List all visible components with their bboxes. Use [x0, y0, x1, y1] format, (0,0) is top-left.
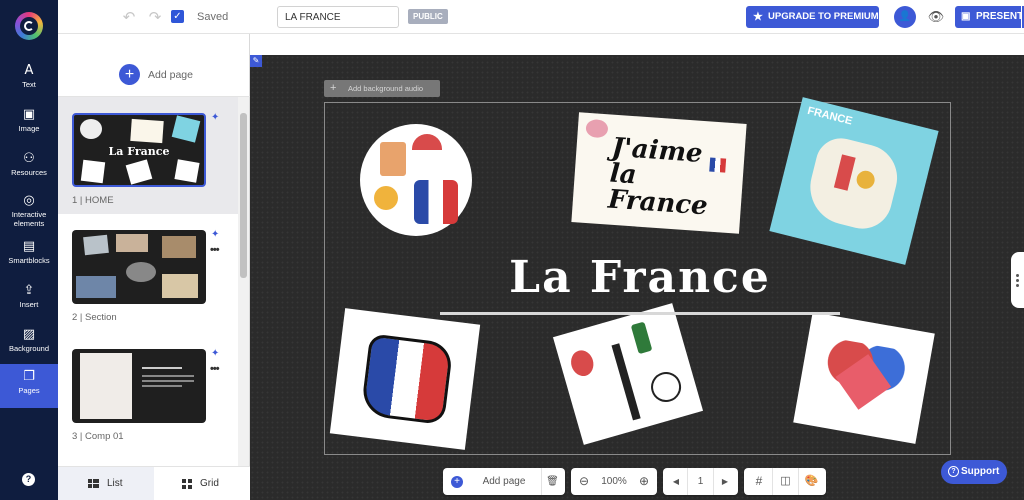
add-background-audio-button[interactable]: + Add background audio: [324, 80, 440, 97]
rail-item-smartblocks[interactable]: ▤ Smartblocks: [0, 234, 58, 276]
undo-icon[interactable]: ↶: [120, 8, 138, 26]
bottom-add-page-button[interactable]: Add page: [471, 468, 537, 495]
add-page-label[interactable]: Add page: [148, 69, 193, 81]
page-navigation-toolbar: ◀ 1 ▶: [663, 468, 738, 495]
travel-collage-image[interactable]: [360, 124, 472, 236]
rail-item-pages[interactable]: ❐ Pages: [0, 364, 58, 408]
palette-icon[interactable]: 🎨: [798, 468, 824, 495]
help-circle-icon: ?: [948, 466, 959, 477]
view-tabs: List Grid: [58, 466, 250, 500]
redo-icon[interactable]: ↷: [146, 8, 164, 26]
previous-page-icon[interactable]: ◀: [665, 468, 687, 495]
rail-item-insert[interactable]: ⇪ Insert: [0, 278, 58, 320]
image-icon: ▣: [22, 107, 36, 122]
upgrade-button[interactable]: ★ UPGRADE TO PREMIUM: [746, 6, 879, 28]
saved-status: Saved: [197, 11, 229, 23]
page-item-home[interactable]: La France ✦ 1 | HOME: [58, 97, 238, 214]
page-thumbnail[interactable]: [72, 230, 206, 304]
plus-icon: +: [330, 82, 337, 94]
zoom-toolbar: ⊖ 100% ⊕: [571, 468, 657, 495]
page-thumbnail[interactable]: [72, 349, 206, 423]
page-item-comp-01[interactable]: ✦ ••• 3 | Comp 01: [58, 333, 238, 450]
jaime-la-france-image[interactable]: J'aime la France: [571, 112, 747, 234]
support-button[interactable]: ? Support: [941, 460, 1007, 484]
left-toolbar: A Text ▣ Image ⚇ Resources ◎ Interactive…: [0, 0, 58, 500]
jaime-text: J'aime la France: [606, 132, 709, 222]
page-thumbnail-list: La France ✦ 1 | HOME ✦ ••• 2 | Section ✦…: [58, 97, 250, 466]
public-badge[interactable]: PUBLIC: [408, 9, 448, 24]
present-icon: ▣: [961, 11, 971, 22]
magic-wand-icon[interactable]: ✦: [211, 348, 219, 359]
add-page-plus-icon[interactable]: +: [119, 64, 140, 85]
grid-icon: [182, 479, 193, 489]
side-panel-handle[interactable]: [1011, 252, 1024, 308]
rail-item-background[interactable]: ▨ Background: [0, 322, 58, 364]
genially-logo-icon[interactable]: [15, 12, 43, 40]
view-options-toolbar: # ◫ 🎨: [744, 468, 826, 495]
slide-title[interactable]: La France: [440, 252, 840, 303]
zoom-level[interactable]: 100%: [595, 468, 633, 495]
smartblocks-icon: ▤: [22, 239, 36, 254]
magic-wand-icon[interactable]: ✦: [211, 229, 219, 240]
grid-guide-icon[interactable]: #: [746, 468, 772, 495]
pages-panel: + Add page La France ✦ 1 | HOME ✦ ••• 2 …: [58, 34, 250, 500]
page-list-scrollbar[interactable]: [238, 97, 249, 466]
add-collaborator-icon[interactable]: 👤: [894, 6, 916, 28]
page-thumbnail[interactable]: La France: [72, 113, 206, 187]
pages-icon: ❐: [23, 369, 35, 384]
next-page-icon[interactable]: ▶: [714, 468, 736, 495]
add-page-toolbar: + Add page 🗑: [443, 468, 565, 495]
tab-grid[interactable]: Grid: [154, 467, 250, 500]
star-icon: ★: [753, 11, 763, 23]
top-bar: ↶ ↷ ✓ Saved PUBLIC ★ UPGRADE TO PREMIUM …: [58, 0, 1024, 34]
zoom-out-icon[interactable]: ⊖: [573, 468, 595, 495]
more-options-icon[interactable]: •••: [210, 363, 220, 375]
add-page-plus-icon[interactable]: +: [449, 468, 465, 495]
present-button[interactable]: ▣ PRESENT: [955, 6, 1023, 28]
rail-item-interactive-elements[interactable]: ◎ Interactive elements: [0, 188, 58, 232]
canvas-top-strip: [250, 34, 1024, 55]
list-icon: [88, 479, 99, 489]
magic-wand-icon[interactable]: ✦: [211, 112, 219, 123]
saved-check-icon: ✓: [171, 10, 184, 23]
insert-icon: ⇪: [23, 283, 35, 298]
pin-icon[interactable]: ✎: [250, 55, 262, 67]
rail-item-resources[interactable]: ⚇ Resources: [0, 146, 58, 188]
rail-item-image[interactable]: ▣ Image: [0, 102, 58, 144]
tab-list[interactable]: List: [58, 467, 154, 500]
page-item-section[interactable]: ✦ ••• 2 | Section: [58, 214, 238, 331]
interactive-icon: ◎: [23, 193, 35, 208]
help-icon[interactable]: ?: [22, 473, 35, 486]
page-number-field[interactable]: 1: [687, 468, 714, 495]
background-icon: ▨: [22, 327, 36, 342]
zoom-in-icon[interactable]: ⊕: [633, 468, 655, 495]
heart-collage-image[interactable]: [793, 312, 935, 444]
align-icon[interactable]: ◫: [772, 468, 798, 495]
rail-item-text[interactable]: A Text: [0, 58, 58, 100]
resources-icon: ⚇: [23, 151, 35, 166]
more-options-icon[interactable]: •••: [210, 244, 220, 256]
preview-eye-icon[interactable]: 👁: [927, 8, 945, 26]
text-icon: A: [24, 63, 34, 78]
delete-page-icon[interactable]: 🗑: [541, 468, 563, 495]
title-underline: [440, 312, 840, 315]
project-title-input[interactable]: [277, 6, 399, 28]
add-page-area[interactable]: + Add page: [58, 34, 250, 97]
french-flag-map-image[interactable]: [329, 308, 481, 450]
